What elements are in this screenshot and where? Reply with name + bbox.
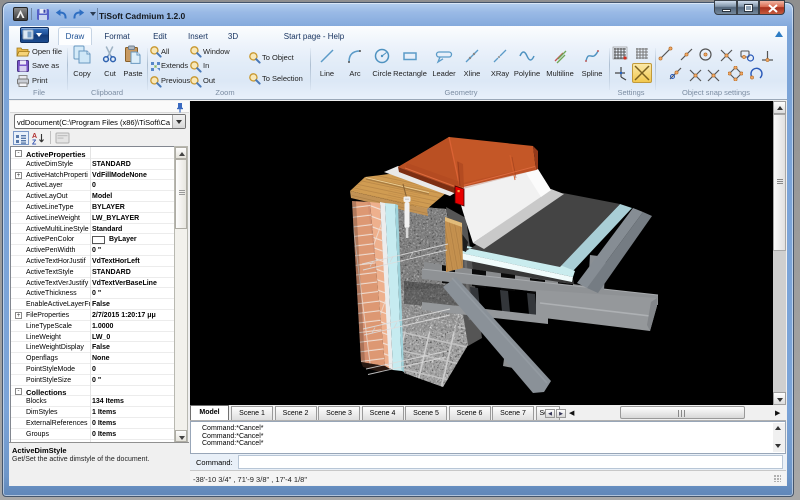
svg-text:Z: Z xyxy=(32,140,37,146)
